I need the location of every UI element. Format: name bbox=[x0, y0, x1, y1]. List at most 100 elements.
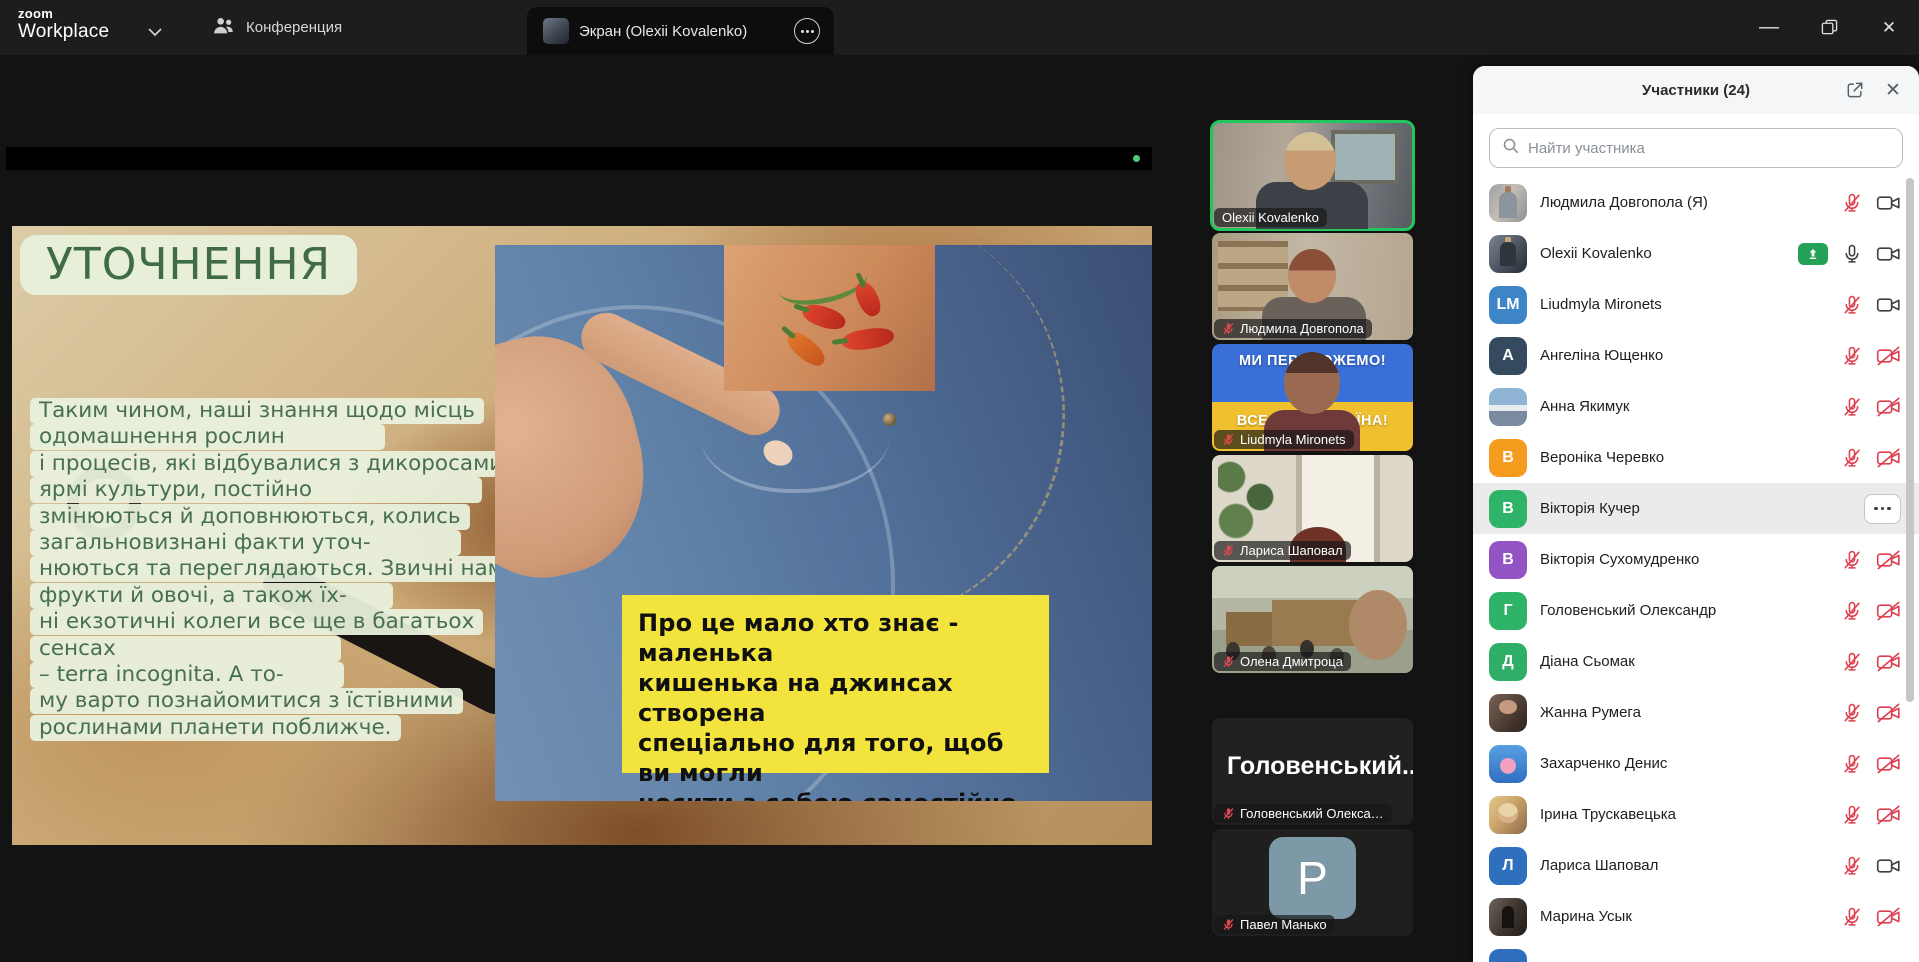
slide-text-line: і процесів, які відбувалися з дикоросами… bbox=[30, 451, 508, 477]
tab-options-button[interactable] bbox=[794, 18, 820, 44]
participant-row[interactable]: ДДіана Сьомак bbox=[1473, 636, 1919, 687]
participant-row[interactable]: ГГоловенський Олександр bbox=[1473, 585, 1919, 636]
slide-text-line: сенсах bbox=[30, 636, 508, 662]
muted-mic-icon bbox=[1841, 855, 1863, 877]
video-tile[interactable]: Головенський... Головенський Олекса… bbox=[1212, 718, 1413, 825]
slide-text-line: ярмі культури, постійно bbox=[30, 477, 508, 503]
participant-row[interactable] bbox=[1473, 942, 1919, 962]
tab-conference[interactable]: Конференция bbox=[212, 0, 342, 55]
camera-on-icon bbox=[1876, 192, 1901, 214]
participant-row[interactable]: В Вікторія Кучер bbox=[1473, 483, 1919, 534]
slide-text-line: – terra incognita. А то- bbox=[30, 662, 508, 688]
camera-off-icon bbox=[1876, 651, 1901, 673]
participant-name: Вікторія Кучер bbox=[1540, 500, 1851, 517]
participant-row[interactable]: Марина Усык bbox=[1473, 891, 1919, 942]
person-silhouette bbox=[1288, 249, 1336, 303]
avatar: А bbox=[1489, 337, 1527, 375]
participant-name: Діана Сьомак bbox=[1540, 653, 1828, 670]
chevron-down-icon[interactable] bbox=[148, 24, 162, 42]
participant-row[interactable]: LMLiudmyla Mironets bbox=[1473, 279, 1919, 330]
slide-text-block: Таким чином, наші знання щодо місцьодома… bbox=[30, 398, 508, 741]
participants-panel-header: Участники (24) ✕ bbox=[1473, 66, 1919, 114]
close-panel-button[interactable]: ✕ bbox=[1881, 78, 1905, 102]
muted-mic-icon bbox=[1841, 804, 1863, 826]
avatar bbox=[1489, 745, 1527, 783]
restore-button[interactable] bbox=[1799, 0, 1859, 55]
participant-row[interactable]: Л Лариса Шаповал bbox=[1473, 840, 1919, 891]
tab-screen-share[interactable]: Экран (Olexii Kovalenko) bbox=[527, 7, 834, 55]
participant-row[interactable]: Ірина Трускавецька bbox=[1473, 789, 1919, 840]
muted-mic-icon bbox=[1841, 294, 1863, 316]
participant-name: Ангеліна Ющенко bbox=[1540, 347, 1828, 364]
participant-row[interactable]: Olexii Kovalenko bbox=[1473, 228, 1919, 279]
zoom-workplace-window: zoom Workplace Конференция Экран (Olexii… bbox=[0, 0, 1919, 962]
video-thumbnails-column: Olexii Kovalenko Людмила Довгопола МИ ПЕР… bbox=[1212, 122, 1413, 940]
participant-name: Головенський Олександр bbox=[1540, 602, 1828, 619]
muted-mic-icon bbox=[1222, 544, 1235, 557]
avatar bbox=[1489, 796, 1527, 834]
camera-off-icon bbox=[1876, 753, 1901, 775]
participant-row[interactable]: ВВероніка Черевко bbox=[1473, 432, 1919, 483]
camera-off-icon bbox=[1876, 447, 1901, 469]
shared-slide: УТОЧНЕННЯ Таким чином, наші знання щодо … bbox=[12, 226, 1152, 845]
avatar bbox=[1489, 949, 1527, 962]
participant-name: Лариса Шаповал bbox=[1540, 857, 1828, 874]
slide-text-line: му варто познайомитися з їстівними bbox=[30, 688, 508, 714]
slide-title: УТОЧНЕННЯ bbox=[20, 235, 357, 295]
slide-text-line: Таким чином, наші знання щодо місць bbox=[30, 398, 508, 424]
scrollbar-thumb[interactable] bbox=[1906, 178, 1914, 702]
muted-mic-icon bbox=[1841, 345, 1863, 367]
slide-text-line: нюються та переглядаються. Звичні нам bbox=[30, 556, 508, 582]
avatar: В bbox=[1489, 490, 1527, 528]
more-options-button[interactable] bbox=[1864, 494, 1901, 524]
camera-off-icon bbox=[1876, 396, 1901, 418]
muted-mic-icon bbox=[1841, 906, 1863, 928]
camera-off-icon bbox=[1876, 600, 1901, 622]
camera-on-icon bbox=[1876, 855, 1901, 877]
video-tile[interactable]: Людмила Довгопола bbox=[1212, 233, 1413, 340]
muted-mic-icon bbox=[1841, 192, 1863, 214]
search-participant-input[interactable] bbox=[1528, 140, 1890, 157]
participant-name: Olexii Kovalenko bbox=[1540, 245, 1785, 262]
muted-mic-icon bbox=[1841, 600, 1863, 622]
avatar: Л bbox=[1489, 847, 1527, 885]
minimize-button[interactable]: — bbox=[1739, 0, 1799, 55]
video-tile[interactable]: Р Павел Манько bbox=[1212, 829, 1413, 936]
slide-caption-line: Про це мало хто знає - маленька bbox=[638, 608, 1033, 668]
panel-title: Участники (24) bbox=[1642, 82, 1750, 99]
avatar bbox=[1489, 235, 1527, 273]
video-tile[interactable]: Olexii Kovalenko bbox=[1212, 122, 1413, 229]
participant-name: Людмила Довгопола (Я) bbox=[1540, 194, 1828, 211]
video-tile[interactable]: Олена Дмитроца bbox=[1212, 566, 1413, 673]
camera-off-icon bbox=[1876, 345, 1901, 367]
video-tile[interactable]: МИ ПЕРЕМОЖЕМО! ВСЕ БУДЕ УКРАЇНА! Liudmyl… bbox=[1212, 344, 1413, 451]
slide-text-line: фрукти й овочі, а також їх- bbox=[30, 583, 508, 609]
mic-icon bbox=[1841, 243, 1863, 265]
participant-name-label: Людмила Довгопола bbox=[1214, 319, 1372, 338]
muted-mic-icon bbox=[1222, 322, 1235, 335]
participant-name: Ірина Трускавецька bbox=[1540, 806, 1828, 823]
participant-row[interactable]: Людмила Довгопола (Я) bbox=[1473, 177, 1919, 228]
participant-name-label: Олена Дмитроца bbox=[1214, 652, 1351, 671]
camera-off-icon bbox=[1876, 702, 1901, 724]
muted-mic-icon bbox=[1222, 655, 1235, 668]
popout-panel-button[interactable] bbox=[1843, 78, 1867, 102]
avatar bbox=[1489, 898, 1527, 936]
peppers-photo bbox=[724, 245, 935, 391]
participant-name: Марина Усык bbox=[1540, 908, 1828, 925]
camera-on-icon bbox=[1876, 243, 1901, 265]
window-controls: — ✕ bbox=[1739, 0, 1919, 55]
participant-name-label: Павел Манько bbox=[1214, 915, 1335, 934]
participant-name-label: Лариса Шаповал bbox=[1214, 541, 1351, 560]
video-tile[interactable]: Лариса Шаповал bbox=[1212, 455, 1413, 562]
participant-row[interactable]: Анна Якимук bbox=[1473, 381, 1919, 432]
participant-row[interactable]: Жанна Румега bbox=[1473, 687, 1919, 738]
muted-mic-icon bbox=[1222, 807, 1235, 820]
screen-share-indicator-dot bbox=[1133, 155, 1140, 162]
shared-screen-top-bar bbox=[6, 147, 1152, 170]
close-window-button[interactable]: ✕ bbox=[1859, 0, 1919, 55]
participant-name: Анна Якимук bbox=[1540, 398, 1828, 415]
participant-row[interactable]: А Ангеліна Ющенко bbox=[1473, 330, 1919, 381]
participant-row[interactable]: ВВікторія Сухомудренко bbox=[1473, 534, 1919, 585]
participant-row[interactable]: Захарченко Денис bbox=[1473, 738, 1919, 789]
